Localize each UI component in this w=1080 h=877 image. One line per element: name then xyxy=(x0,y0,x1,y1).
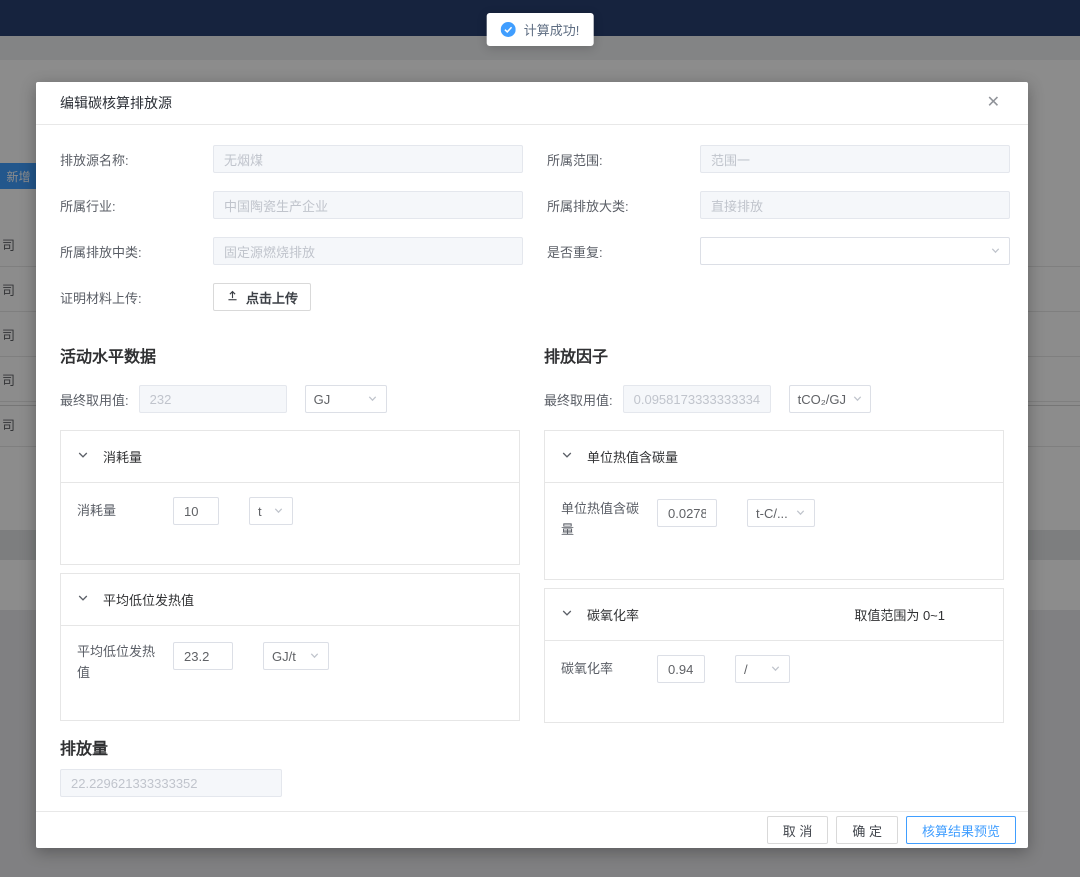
chevron-down-icon xyxy=(770,662,781,677)
field-mid-category: 所属排放中类: xyxy=(60,237,523,265)
consumption-unit-select[interactable]: t xyxy=(249,497,293,525)
source-name-label: 排放源名称: xyxy=(60,150,213,169)
edit-emission-source-dialog: 编辑碳核算排放源 ✕ 排放源名称: 所属范围: 所属行业: 所属排放大类: 所属… xyxy=(36,82,1028,848)
chevron-down-icon xyxy=(77,592,89,607)
panel-oxidation-rate-body: 碳氧化率 / xyxy=(545,641,1003,697)
oxidation-rate-unit-select[interactable]: / xyxy=(735,655,790,683)
oxidation-rate-range-note: 取值范围为 0~1 xyxy=(854,605,945,624)
carbon-content-unit-select[interactable]: t-C/... xyxy=(747,499,815,527)
emission-section-title: 排放量 xyxy=(60,735,1004,759)
activity-unit-select[interactable]: GJ xyxy=(305,385,387,413)
panel-heating-value: 平均低位发热值 平均低位发热值 GJ/t xyxy=(60,573,520,721)
mid-category-input xyxy=(213,237,523,265)
heating-value-unit-value: GJ/t xyxy=(272,649,296,664)
panel-heating-value-header[interactable]: 平均低位发热值 xyxy=(61,574,519,626)
dialog-body: 排放源名称: 所属范围: 所属行业: 所属排放大类: 所属排放中类: 是否重复: xyxy=(36,125,1028,811)
panel-consumption-title: 消耗量 xyxy=(103,447,142,466)
industry-label: 所属行业: xyxy=(60,196,213,215)
panel-carbon-content-body: 单位热值含碳量 t-C/... xyxy=(545,483,1003,555)
factor-final-row: 最终取用值: tCO₂/GJ xyxy=(544,385,1004,413)
is-duplicate-label: 是否重复: xyxy=(547,242,700,261)
carbon-content-input[interactable] xyxy=(657,499,717,527)
activity-final-label: 最终取用值: xyxy=(60,390,129,409)
consumption-input[interactable] xyxy=(173,497,219,525)
dialog-title: 编辑碳核算排放源 xyxy=(60,93,172,113)
upload-label: 证明材料上传: xyxy=(60,288,213,307)
consumption-unit-value: t xyxy=(258,504,262,519)
chevron-down-icon xyxy=(561,607,573,622)
chevron-down-icon xyxy=(77,449,89,464)
oxidation-rate-field-label: 碳氧化率 xyxy=(561,659,641,680)
heating-value-unit-select[interactable]: GJ/t xyxy=(263,642,329,670)
oxidation-rate-unit-value: / xyxy=(744,662,748,677)
panel-oxidation-rate-title: 碳氧化率 xyxy=(587,605,639,624)
close-icon[interactable]: ✕ xyxy=(983,91,1004,115)
chevron-down-icon xyxy=(367,392,378,407)
chevron-down-icon xyxy=(309,649,320,664)
panel-carbon-content-header[interactable]: 单位热值含碳量 xyxy=(545,431,1003,483)
upload-button[interactable]: 点击上传 xyxy=(213,283,311,311)
carbon-content-field-label: 单位热值含碳量 xyxy=(561,499,641,541)
panel-carbon-content: 单位热值含碳量 单位热值含碳量 t-C/... xyxy=(544,430,1004,580)
activity-unit-value: GJ xyxy=(314,392,331,407)
chevron-down-icon xyxy=(795,506,806,521)
toast-success: 计算成功! xyxy=(487,13,594,46)
carbon-content-unit-value: t-C/... xyxy=(756,506,788,521)
upload-icon xyxy=(226,289,239,305)
heating-value-field-label: 平均低位发热值 xyxy=(77,642,157,684)
factor-unit-value: tCO₂/GJ xyxy=(798,392,846,407)
panel-consumption-body: 消耗量 t xyxy=(61,483,519,539)
emission-amount-input xyxy=(60,769,282,797)
chevron-down-icon xyxy=(990,244,1001,259)
toast-message: 计算成功! xyxy=(524,20,580,39)
is-duplicate-select[interactable] xyxy=(700,237,1010,265)
panel-heating-value-body: 平均低位发热值 GJ/t xyxy=(61,626,519,698)
field-is-duplicate: 是否重复: xyxy=(547,237,1010,265)
factor-unit-select[interactable]: tCO₂/GJ xyxy=(789,385,871,413)
cancel-button[interactable]: 取 消 xyxy=(767,816,829,844)
factor-final-label: 最终取用值: xyxy=(544,390,613,409)
panel-oxidation-rate-header[interactable]: 碳氧化率 取值范围为 0~1 xyxy=(545,589,1003,641)
panel-oxidation-rate: 碳氧化率 取值范围为 0~1 碳氧化率 / xyxy=(544,588,1004,723)
scope-label: 所属范围: xyxy=(547,150,700,169)
field-industry: 所属行业: xyxy=(60,191,523,219)
mid-category-label: 所属排放中类: xyxy=(60,242,213,261)
panel-consumption-header[interactable]: 消耗量 xyxy=(61,431,519,483)
heating-value-input[interactable] xyxy=(173,642,233,670)
dialog-header: 编辑碳核算排放源 ✕ xyxy=(36,82,1028,125)
field-upload: 证明材料上传: 点击上传 xyxy=(60,283,523,311)
check-circle-icon xyxy=(501,22,516,37)
result-preview-button[interactable]: 核算结果预览 xyxy=(906,816,1016,844)
activity-section-title: 活动水平数据 xyxy=(60,343,520,367)
dialog-footer: 取 消 确 定 核算结果预览 xyxy=(36,811,1028,848)
chevron-down-icon xyxy=(561,449,573,464)
activity-final-row: 最终取用值: GJ xyxy=(60,385,520,413)
confirm-button[interactable]: 确 定 xyxy=(836,816,898,844)
chevron-down-icon xyxy=(273,504,284,519)
activity-column: 活动水平数据 最终取用值: GJ 消耗量 消耗量 xyxy=(60,329,520,723)
factor-final-input xyxy=(623,385,771,413)
scope-input xyxy=(700,145,1010,173)
oxidation-rate-input[interactable] xyxy=(657,655,705,683)
panel-carbon-content-title: 单位热值含碳量 xyxy=(587,447,678,466)
field-source-name: 排放源名称: xyxy=(60,145,523,173)
source-name-input xyxy=(213,145,523,173)
field-scope: 所属范围: xyxy=(547,145,1010,173)
activity-final-input xyxy=(139,385,287,413)
factor-section-title: 排放因子 xyxy=(544,343,1004,367)
data-columns: 活动水平数据 最终取用值: GJ 消耗量 消耗量 xyxy=(60,329,1004,723)
chevron-down-icon xyxy=(852,392,863,407)
field-major-category: 所属排放大类: xyxy=(547,191,1010,219)
major-category-label: 所属排放大类: xyxy=(547,196,700,215)
factor-column: 排放因子 最终取用值: tCO₂/GJ 单位热值含碳量 单位热值含碳 xyxy=(544,329,1004,723)
consumption-field-label: 消耗量 xyxy=(77,501,157,522)
panel-heating-value-title: 平均低位发热值 xyxy=(103,590,194,609)
panel-consumption: 消耗量 消耗量 t xyxy=(60,430,520,565)
industry-input xyxy=(213,191,523,219)
major-category-input xyxy=(700,191,1010,219)
upload-button-label: 点击上传 xyxy=(246,288,298,307)
basic-info-form: 排放源名称: 所属范围: 所属行业: 所属排放大类: 所属排放中类: 是否重复: xyxy=(60,145,1004,329)
